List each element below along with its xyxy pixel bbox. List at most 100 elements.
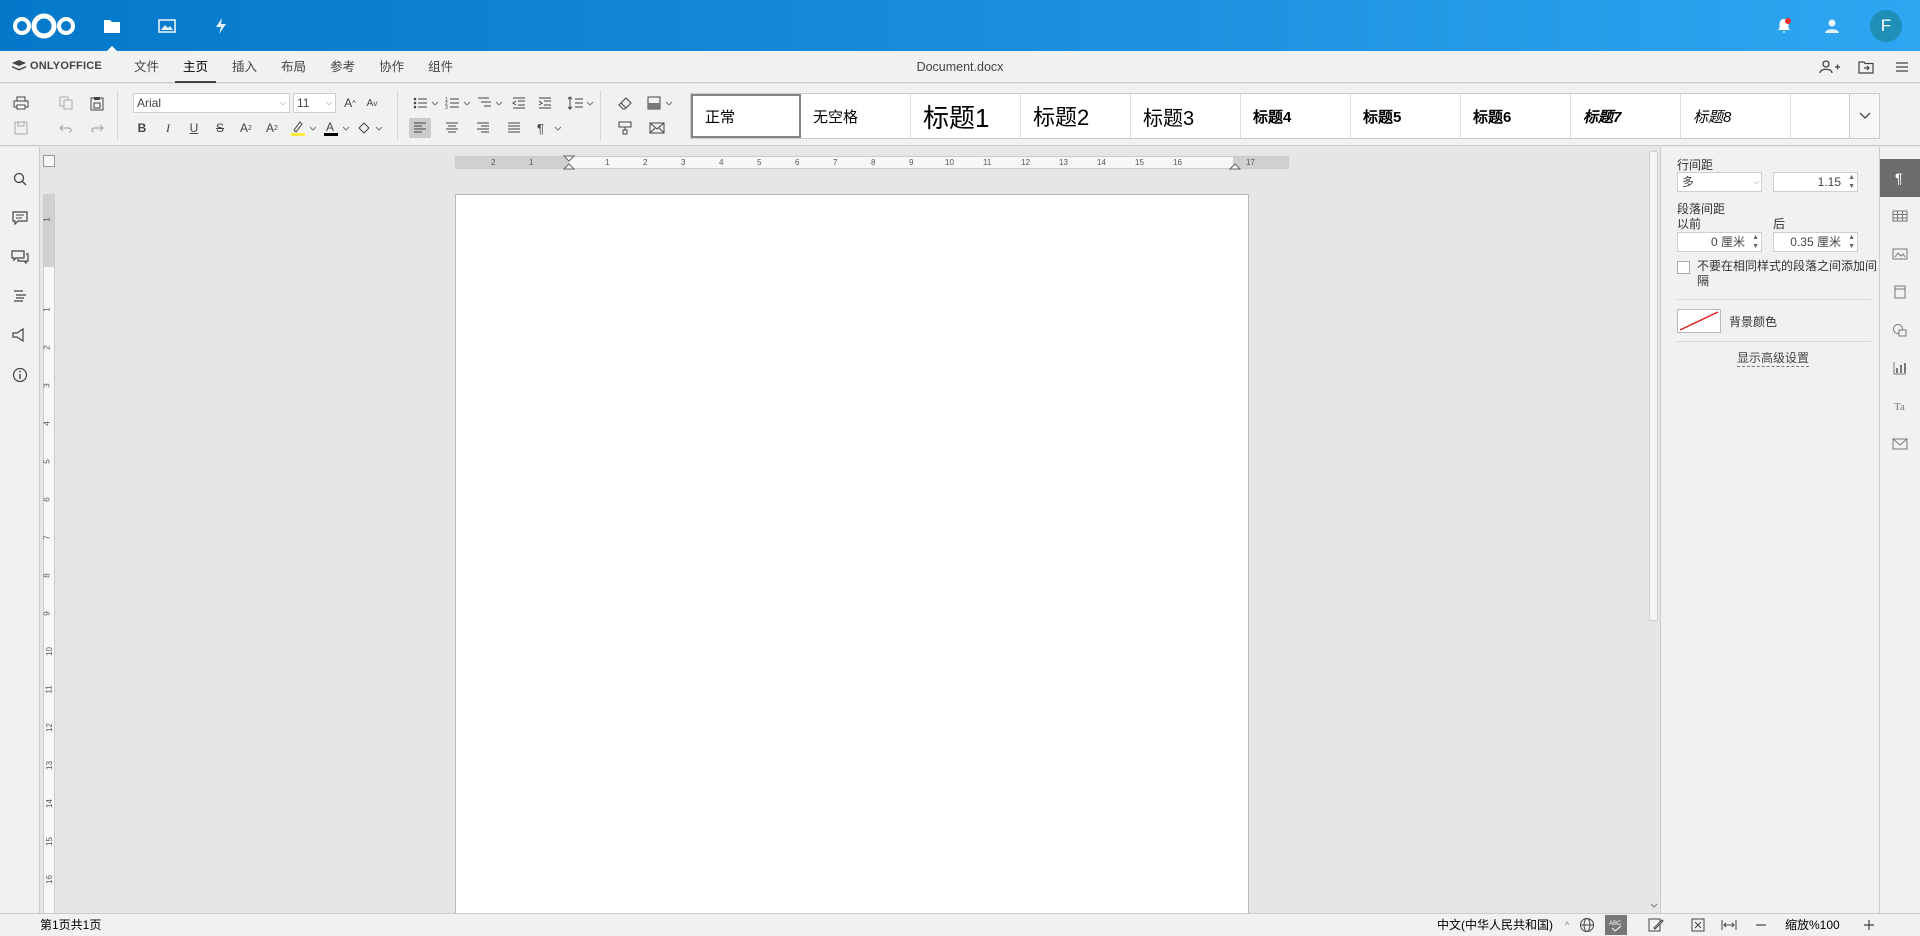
style-heading-5[interactable]: 标题5: [1351, 94, 1461, 138]
text-art-icon[interactable]: Ta: [1880, 387, 1920, 425]
image-icon[interactable]: [153, 12, 181, 40]
fit-width-icon[interactable]: [1718, 915, 1740, 935]
justify-icon[interactable]: [503, 118, 525, 138]
document-page[interactable]: [455, 194, 1249, 913]
folder-icon[interactable]: [98, 12, 126, 52]
first-line-indent-marker[interactable]: [563, 155, 575, 171]
subscript-icon[interactable]: A2: [261, 118, 283, 138]
hamburger-menu-icon[interactable]: [1884, 51, 1920, 83]
line-spacing-value-input[interactable]: 1.15 ▲ ▼: [1773, 172, 1858, 192]
share-user-icon[interactable]: [1812, 51, 1848, 83]
underline-icon[interactable]: U: [183, 118, 205, 138]
zoom-in-icon[interactable]: [1858, 915, 1880, 935]
copy-icon[interactable]: [55, 93, 77, 113]
style-heading-8[interactable]: 标题8: [1681, 94, 1791, 138]
spacing-after-input[interactable]: 0.35 厘米 ▲ ▼: [1773, 232, 1858, 252]
style-heading-1[interactable]: 标题1: [911, 94, 1021, 138]
comments-icon[interactable]: [8, 206, 32, 230]
vertical-scrollbar[interactable]: [1647, 147, 1660, 913]
user-avatar[interactable]: F: [1870, 10, 1902, 42]
zoom-level[interactable]: 缩放%100: [1785, 914, 1840, 936]
background-color-swatch[interactable]: [1677, 309, 1721, 333]
shape-settings-icon[interactable]: [1880, 311, 1920, 349]
strikethrough-icon[interactable]: S: [209, 118, 231, 138]
tab-references[interactable]: 参考: [318, 51, 367, 83]
font-color-icon[interactable]: A: [322, 118, 352, 138]
undo-icon[interactable]: [55, 118, 77, 138]
globe-icon[interactable]: [1576, 915, 1598, 935]
italic-icon[interactable]: I: [157, 118, 179, 138]
tab-insert[interactable]: 插入: [220, 51, 269, 83]
open-location-icon[interactable]: [1848, 51, 1884, 83]
mail-merge-icon[interactable]: [646, 118, 668, 138]
spinner-icon[interactable]: ▲ ▼: [1848, 233, 1855, 251]
spinner-icon[interactable]: ▲ ▼: [1752, 233, 1759, 251]
color-scheme-icon[interactable]: [646, 93, 676, 113]
style-heading-4[interactable]: 标题4: [1241, 94, 1351, 138]
multilevel-list-icon[interactable]: [476, 93, 506, 113]
scroll-down-icon[interactable]: [1650, 903, 1658, 909]
chevron-up-icon[interactable]: ^: [1556, 915, 1578, 935]
tab-stop-selector[interactable]: [43, 155, 55, 167]
style-heading-2[interactable]: 标题2: [1021, 94, 1131, 138]
increase-indent-icon[interactable]: [534, 93, 556, 113]
print-icon[interactable]: [10, 93, 32, 113]
vertical-ruler[interactable]: 1 1 2 3 4 5 6 7 8 9 10 11 12 13 14 15 16: [43, 194, 55, 913]
right-indent-marker[interactable]: [1229, 155, 1241, 171]
chat-icon[interactable]: [8, 245, 32, 269]
tab-collaboration[interactable]: 协作: [367, 51, 416, 83]
align-center-icon[interactable]: [441, 118, 463, 138]
align-left-icon[interactable]: [409, 118, 431, 138]
style-no-spacing[interactable]: 无空格: [801, 94, 911, 138]
search-icon[interactable]: [8, 167, 32, 191]
table-settings-icon[interactable]: [1880, 197, 1920, 235]
track-changes-icon[interactable]: [1645, 915, 1667, 935]
info-icon[interactable]: [8, 363, 32, 387]
navigation-icon[interactable]: [8, 284, 32, 308]
spellcheck-icon[interactable]: ABC: [1605, 915, 1627, 935]
paragraph-settings-icon[interactable]: ¶: [1880, 159, 1920, 197]
redo-icon[interactable]: [86, 118, 108, 138]
style-heading-6[interactable]: 标题6: [1461, 94, 1571, 138]
no-space-same-style-checkbox[interactable]: [1677, 261, 1690, 274]
spacing-before-input[interactable]: 0 厘米 ▲ ▼: [1677, 232, 1762, 252]
tab-plugins[interactable]: 组件: [416, 51, 465, 83]
page-info[interactable]: 第1页共1页: [40, 914, 101, 936]
align-right-icon[interactable]: [472, 118, 494, 138]
advanced-settings-link[interactable]: 显示高级设置: [1737, 349, 1810, 367]
font-size-select[interactable]: 11 ⌵: [293, 93, 336, 113]
nextcloud-logo-icon[interactable]: [12, 12, 76, 40]
chevron-down-icon[interactable]: [1849, 94, 1879, 138]
highlight-color-icon[interactable]: [289, 118, 319, 138]
superscript-icon[interactable]: A2: [235, 118, 257, 138]
contacts-icon[interactable]: [1818, 12, 1846, 40]
tab-home[interactable]: 主页: [171, 51, 220, 83]
font-name-select[interactable]: Arial ⌵: [133, 93, 290, 113]
line-spacing-icon[interactable]: [566, 93, 596, 113]
tab-layout[interactable]: 布局: [269, 51, 318, 83]
style-heading-7[interactable]: 标题7: [1571, 94, 1681, 138]
style-heading-3[interactable]: 标题3: [1131, 94, 1241, 138]
save-icon[interactable]: [10, 118, 32, 138]
copy-style-icon[interactable]: [614, 118, 636, 138]
numbered-list-icon[interactable]: 123: [444, 93, 474, 113]
spinner-icon[interactable]: ▲ ▼: [1848, 173, 1855, 191]
header-footer-icon[interactable]: [1880, 273, 1920, 311]
bold-icon[interactable]: B: [131, 118, 153, 138]
scrollbar-thumb[interactable]: [1649, 151, 1658, 621]
decrease-indent-icon[interactable]: [508, 93, 530, 113]
language-select[interactable]: 中文(中华人民共和国): [1437, 914, 1553, 936]
fit-page-icon[interactable]: [1687, 915, 1709, 935]
style-normal[interactable]: 正常: [691, 94, 801, 138]
image-settings-icon[interactable]: [1880, 235, 1920, 273]
paragraph-marks-icon[interactable]: ¶: [535, 118, 565, 138]
clear-style-icon[interactable]: [614, 93, 636, 113]
zoom-out-icon[interactable]: [1750, 915, 1772, 935]
shading-icon[interactable]: [355, 118, 385, 138]
notification-bell-icon[interactable]: [1770, 12, 1798, 40]
line-spacing-mode-select[interactable]: 多 ⌵: [1677, 172, 1762, 192]
decrease-font-icon[interactable]: Av: [361, 93, 383, 113]
mail-merge-settings-icon[interactable]: [1880, 425, 1920, 463]
horizontal-ruler[interactable]: 2 1 1 2 3 4 5 6 7 8 9 10 11 12 13 14 15 …: [455, 155, 1289, 171]
tab-file[interactable]: 文件: [122, 51, 171, 83]
